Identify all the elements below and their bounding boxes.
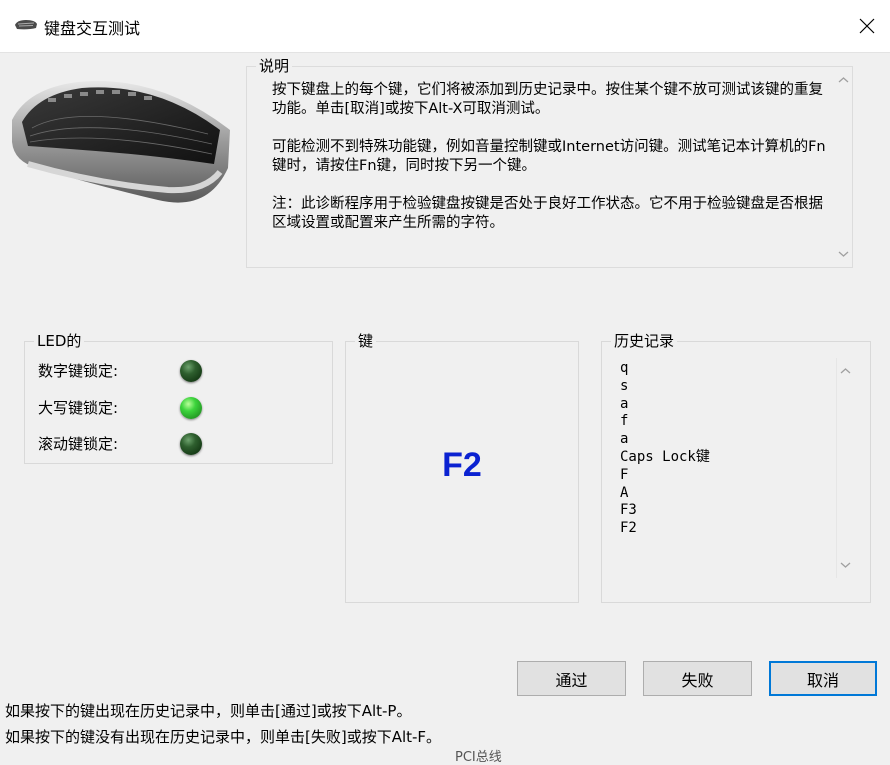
background-window-fragment: PCI总线	[455, 750, 502, 765]
pass-hint-text: 如果按下的键出现在历史记录中，则单击[通过]或按下Alt-P。	[5, 702, 412, 720]
capslock-label: 大写键锁定:	[38, 399, 119, 417]
list-item: s	[620, 377, 629, 394]
close-button[interactable]	[844, 0, 890, 52]
capslock-led-indicator	[180, 397, 202, 419]
fail-button[interactable]: 失败	[643, 661, 752, 696]
list-item: F3	[620, 502, 637, 519]
list-item: a	[620, 395, 629, 412]
key-group: 键 F2	[345, 331, 579, 603]
numlock-label: 数字键锁定:	[38, 362, 119, 380]
description-paragraph: 可能检测不到特殊功能键，例如音量控制键或Internet访问键。测试笔记本计算机…	[272, 139, 826, 174]
led-group: LED的 数字键锁定: 大写键锁定: 滚动键锁定:	[24, 331, 333, 464]
list-item: q	[620, 360, 629, 376]
list-item: A	[620, 484, 629, 501]
list-item: F	[620, 466, 629, 483]
description-group: 说明 按下键盘上的每个键，它们将被添加到历史记录中。按住某个键不放可测试该键的重…	[246, 56, 853, 268]
history-list[interactable]: q s a f a Caps Lock键 F A F3 F2	[620, 360, 710, 538]
cancel-button[interactable]: 取消	[769, 661, 877, 696]
keyboard-illustration	[12, 81, 230, 203]
list-item: f	[620, 413, 629, 430]
description-label: 说明	[256, 56, 293, 76]
description-paragraph: 注：此诊断程序用于检验键盘按键是否处于良好工作状态。它不用于检验键盘是否根据区域…	[272, 196, 823, 231]
pass-button[interactable]: 通过	[517, 661, 626, 696]
keyboard-icon	[15, 20, 37, 30]
fail-hint-text: 如果按下的键没有出现在历史记录中，则单击[失败]或按下Alt-F。	[5, 728, 442, 746]
scrolllock-led-indicator	[180, 433, 202, 455]
scroll-up-icon[interactable]	[837, 366, 854, 376]
key-group-label: 键	[355, 331, 377, 351]
window-title: 键盘交互测试	[44, 19, 141, 38]
history-group-label: 历史记录	[611, 331, 678, 351]
history-group: 历史记录 q s a f a Caps Lock键 F A F3 F2	[601, 331, 871, 603]
scroll-down-icon[interactable]	[837, 560, 854, 570]
led-group-label: LED的	[34, 331, 85, 351]
close-icon	[859, 18, 875, 34]
description-scrollbar[interactable]	[835, 67, 852, 267]
scrolllock-label: 滚动键锁定:	[38, 435, 119, 453]
numlock-led-indicator	[180, 360, 202, 382]
description-text: 按下键盘上的每个键，它们将被添加到历史记录中。按住某个键不放可测试该键的重复功能…	[272, 81, 828, 233]
list-item: Caps Lock键	[620, 448, 710, 465]
scroll-up-icon[interactable]	[835, 75, 852, 85]
title-bar: 键盘交互测试	[0, 0, 890, 53]
list-item: F2	[620, 520, 637, 537]
description-paragraph: 按下键盘上的每个键，它们将被添加到历史记录中。按住某个键不放可测试该键的重复功能…	[272, 82, 823, 117]
list-item: a	[620, 431, 629, 448]
history-scrollbar[interactable]	[836, 358, 854, 578]
scroll-down-icon[interactable]	[835, 249, 852, 259]
current-key-display: F2	[442, 446, 482, 484]
